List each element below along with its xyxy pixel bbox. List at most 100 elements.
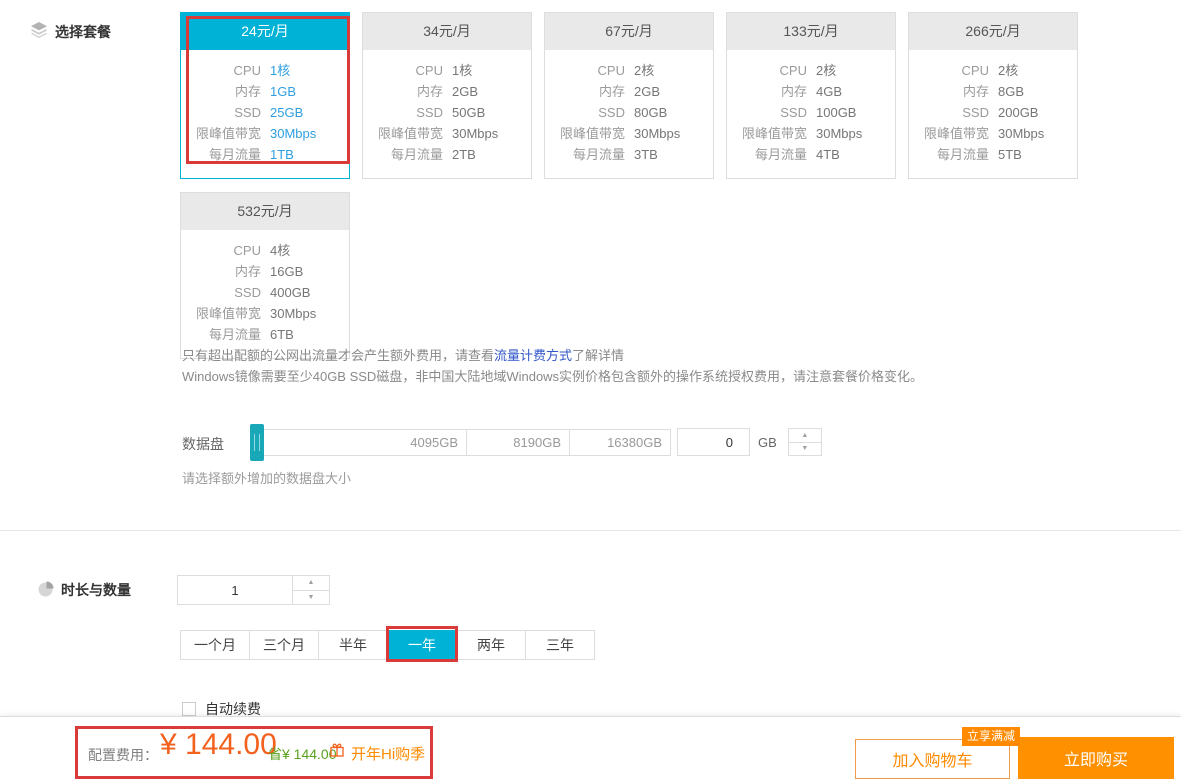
spec-label: 限峰值带宽 (909, 123, 989, 144)
package-card-67[interactable]: 67元/月 CPU2核 内存2GB SSD80GB 限峰值带宽30Mbps 每月… (544, 12, 714, 179)
auto-renew-checkbox[interactable] (182, 702, 196, 716)
stepper-down-icon[interactable]: ▼ (293, 591, 329, 605)
spec-value: 200GB (998, 102, 1038, 123)
spec-value: 2核 (998, 60, 1018, 81)
spec-value: 30Mbps (634, 123, 680, 144)
gift-icon (329, 742, 345, 763)
spec-value: 1TB (270, 144, 294, 165)
tab-two-years[interactable]: 两年 (456, 630, 526, 660)
note-text: 只有超出配额的公网出流量才会产生额外费用，请查看 (182, 348, 494, 363)
package-price: 24元/月 (181, 13, 349, 50)
spec-label: 每月流量 (909, 144, 989, 165)
layers-icon (30, 21, 48, 42)
slider-mark: 4095GB (254, 430, 467, 455)
data-disk-input-group: GB ▲ ▼ (677, 428, 822, 456)
tab-one-year[interactable]: 一年 (387, 630, 457, 660)
data-disk-slider[interactable]: 4095GB 8190GB 16380GB (253, 429, 671, 456)
package-specs: CPU1核 内存1GB SSD25GB 限峰值带宽30Mbps 每月流量1TB (181, 50, 349, 178)
spec-value: 8GB (998, 81, 1024, 102)
package-notes: 只有超出配额的公网出流量才会产生额外费用，请查看流量计费方式了解详情 Windo… (182, 345, 923, 387)
spec-label: SSD (909, 102, 989, 123)
saving-amount: 省¥ 144.00 (268, 744, 337, 764)
spec-label: SSD (181, 282, 261, 303)
spec-value: 30Mbps (452, 123, 498, 144)
spec-label: 每月流量 (545, 144, 625, 165)
spec-label: 限峰值带宽 (545, 123, 625, 144)
quantity-input[interactable] (177, 575, 293, 605)
spec-label: 每月流量 (181, 144, 261, 165)
data-disk-unit: GB (758, 435, 777, 450)
spec-label: 内存 (181, 81, 261, 102)
spec-label: 内存 (181, 261, 261, 282)
spec-value: 2核 (816, 60, 836, 81)
spec-value: 30Mbps (270, 123, 316, 144)
package-card-24[interactable]: 24元/月 CPU1核 内存1GB SSD25GB 限峰值带宽30Mbps 每月… (180, 12, 350, 179)
tab-three-years[interactable]: 三年 (525, 630, 595, 660)
spec-value: 100GB (816, 102, 856, 123)
package-card-133[interactable]: 133元/月 CPU2核 内存4GB SSD100GB 限峰值带宽30Mbps … (726, 12, 896, 179)
buy-bar: 配置费用： ¥ 144.00 省¥ 144.00 开年Hi购季 加入购物车 立享… (0, 716, 1181, 784)
spec-value: 1GB (270, 81, 296, 102)
spec-value: 50GB (452, 102, 485, 123)
promo-label[interactable]: 开年Hi购季 (351, 743, 425, 764)
package-price: 133元/月 (727, 13, 895, 50)
stepper-up-icon[interactable]: ▲ (293, 576, 329, 591)
package-section-label: 选择套餐 (30, 21, 111, 42)
spec-label: 限峰值带宽 (727, 123, 807, 144)
package-specs: CPU4核 内存16GB SSD400GB 限峰值带宽30Mbps 每月流量6T… (181, 230, 349, 358)
spec-label: SSD (545, 102, 625, 123)
package-card-34[interactable]: 34元/月 CPU1核 内存2GB SSD50GB 限峰值带宽30Mbps 每月… (362, 12, 532, 179)
quantity-group: ▲ ▼ (177, 575, 330, 605)
note-line-2: Windows镜像需要至少40GB SSD磁盘，非中国大陆地域Windows实例… (182, 366, 923, 387)
cost-value: ¥ 144.00 (160, 728, 277, 762)
spec-label: 限峰值带宽 (181, 303, 261, 324)
spec-label: 内存 (363, 81, 443, 102)
spec-label: CPU (545, 60, 625, 81)
spec-value: 2核 (634, 60, 654, 81)
package-price: 266元/月 (909, 13, 1077, 50)
spec-label: 每月流量 (727, 144, 807, 165)
tab-three-months[interactable]: 三个月 (249, 630, 319, 660)
package-card-list: 24元/月 CPU1核 内存1GB SSD25GB 限峰值带宽30Mbps 每月… (180, 12, 1095, 359)
spec-label: SSD (727, 102, 807, 123)
note-text: 了解详情 (572, 348, 624, 363)
stepper-up-icon[interactable]: ▲ (789, 429, 821, 443)
section-divider (0, 530, 1181, 531)
spec-label: 限峰值带宽 (181, 123, 261, 144)
spec-value: 1核 (452, 60, 472, 81)
package-specs: CPU2核 内存4GB SSD100GB 限峰值带宽30Mbps 每月流量4TB (727, 50, 895, 178)
spec-value: 2TB (452, 144, 476, 165)
spec-label: CPU (363, 60, 443, 81)
data-disk-hint: 请选择额外增加的数据盘大小 (182, 468, 351, 487)
slider-handle[interactable] (250, 424, 264, 461)
spec-value: 1核 (270, 60, 290, 81)
traffic-billing-link[interactable]: 流量计费方式 (494, 348, 572, 363)
spec-value: 400GB (270, 282, 310, 303)
spec-value: 30Mbps (270, 303, 316, 324)
slider-mark: 16380GB (570, 430, 670, 455)
spec-label: CPU (909, 60, 989, 81)
spec-value: 2GB (634, 81, 660, 102)
spec-label: CPU (181, 60, 261, 81)
duration-section-title: 时长与数量 (61, 580, 131, 600)
duration-tabs: 一个月 三个月 半年 一年 两年 三年 (180, 630, 595, 660)
buy-now-button[interactable]: 立即购买 (1018, 737, 1174, 779)
spec-value: 30Mbps (998, 123, 1044, 144)
package-card-532[interactable]: 532元/月 CPU4核 内存16GB SSD400GB 限峰值带宽30Mbps… (180, 192, 350, 359)
duration-section-label: 时长与数量 (38, 580, 131, 600)
discount-badge: 立享满减 (962, 727, 1020, 746)
data-disk-stepper: ▲ ▼ (788, 428, 822, 456)
spec-label: 内存 (909, 81, 989, 102)
note-line-1: 只有超出配额的公网出流量才会产生额外费用，请查看流量计费方式了解详情 (182, 345, 923, 366)
package-specs: CPU2核 内存8GB SSD200GB 限峰值带宽30Mbps 每月流量5TB (909, 50, 1077, 178)
spec-value: 4GB (816, 81, 842, 102)
package-card-266[interactable]: 266元/月 CPU2核 内存8GB SSD200GB 限峰值带宽30Mbps … (908, 12, 1078, 179)
tab-half-year[interactable]: 半年 (318, 630, 388, 660)
tab-one-month[interactable]: 一个月 (180, 630, 250, 660)
spec-value: 80GB (634, 102, 667, 123)
data-disk-label: 数据盘 (182, 434, 224, 454)
spec-value: 6TB (270, 324, 294, 345)
spec-label: 内存 (545, 81, 625, 102)
stepper-down-icon[interactable]: ▼ (789, 443, 821, 456)
data-disk-size-input[interactable] (677, 428, 750, 456)
